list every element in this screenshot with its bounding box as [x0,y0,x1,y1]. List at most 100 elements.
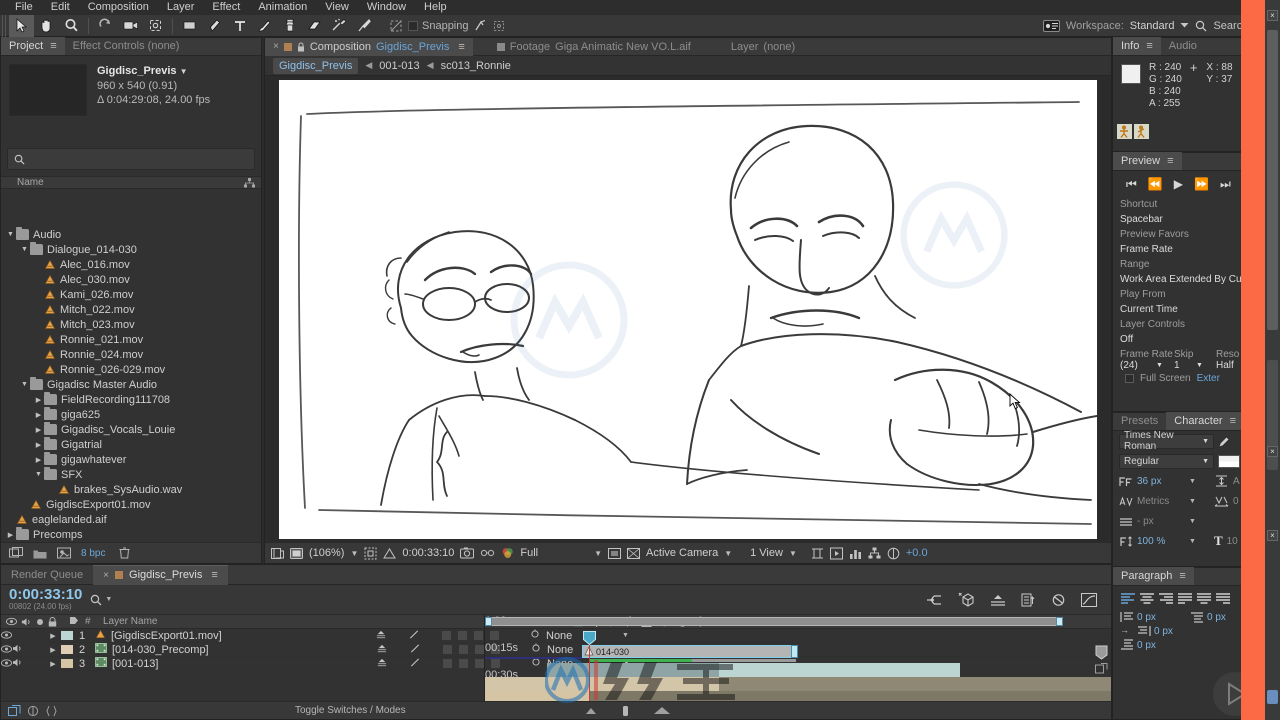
twirl-closed-icon[interactable]: ▶ [33,456,44,464]
breadcrumb-item-2[interactable]: sc013_Ronnie [441,60,511,72]
frame-rate-chevron-down-icon[interactable]: ▼ [1156,362,1174,369]
layer-motionblur-switch[interactable] [458,631,467,640]
twirl-open-icon[interactable]: ▼ [19,246,30,253]
views-value[interactable]: 1 View [750,547,783,559]
project-tree-item[interactable]: Ronnie_024.mov [1,347,261,362]
project-tree-item[interactable]: Alec_030.mov [1,272,261,287]
snapping-checkbox[interactable] [408,20,418,31]
tab-paragraph[interactable]: Paragraph ≡ [1113,567,1194,585]
justify-last-center-icon[interactable] [1196,592,1212,605]
motion-blur-icon[interactable] [1051,593,1066,607]
pan-behind-tool[interactable] [143,15,168,37]
tab-audio[interactable]: Audio [1161,37,1205,55]
tab-footage[interactable]: Footage Giga Animatic New VO.L.aif [489,38,699,56]
info-panel-menu-icon[interactable]: ≡ [1146,40,1152,52]
scrollbar-thumb-tertiary[interactable] [1267,690,1278,704]
eraser-tool[interactable] [302,15,327,37]
layer-quality-switch[interactable] [409,629,419,642]
twirl-closed-icon[interactable]: ▶ [33,411,44,419]
twirl-open-icon[interactable]: ▼ [5,231,16,238]
unified-camera-tool[interactable] [118,15,143,37]
project-tree-item[interactable]: ▶ giga625 [1,407,261,422]
mask-interpolation-icon[interactable] [389,19,404,33]
paragraph-panel-menu-icon[interactable]: ≡ [1179,570,1185,582]
layer-quality-switch[interactable] [410,657,420,670]
horizontal-scale-value[interactable]: 10 [1227,536,1238,547]
last-frame-button[interactable]: ⏭ [1220,178,1231,190]
next-frame-button[interactable]: ⏩ [1194,178,1209,190]
track-bar-layer-1-head[interactable] [547,663,719,677]
project-tree-item[interactable]: Mitch_023.mov [1,317,261,332]
project-comp-chevron-icon[interactable]: ▼ [180,67,188,76]
preview-value-2[interactable]: Work Area Extended By Cu [1113,272,1261,287]
vertical-scale-chevron-down-icon[interactable]: ▼ [1189,538,1196,545]
graph-editor-icon[interactable] [1081,592,1097,607]
new-composition-icon[interactable] [57,547,71,559]
composition-panel-menu-icon[interactable]: ≡ [458,41,464,53]
menu-item-edit[interactable]: Edit [42,0,79,15]
tab-presets[interactable]: Presets [1113,412,1166,430]
leading-value[interactable]: - px [1137,516,1185,527]
tab-layer[interactable]: Layer (none) [723,38,803,56]
project-tree-item[interactable]: brakes_SysAudio.wav [1,482,261,497]
mask-visibility-icon[interactable] [383,547,397,560]
exposure-value[interactable]: +0.0 [906,547,928,559]
toolbar-grip[interactable] [0,14,9,37]
fast-previews-icon[interactable] [829,547,843,560]
project-tree-item[interactable]: eaglelanded.aif [1,512,261,527]
indent-right-field[interactable]: 0 px [1137,625,1199,637]
rectangle-shape-tool[interactable] [177,15,202,37]
layer-marker-bar[interactable]: 014-030 [582,645,797,658]
frame-rate-value[interactable]: (24) [1120,360,1156,371]
tab-render-queue[interactable]: Render Queue [1,565,93,585]
show-snapshot-icon[interactable] [480,547,495,559]
transparency-grid-icon[interactable] [627,547,641,560]
layer-shy-switch[interactable] [376,630,386,642]
layer-visibility-toggle[interactable] [1,658,12,670]
marker-end-handle[interactable] [791,645,798,658]
main-viewer-icon[interactable] [290,547,303,560]
brush-tool[interactable] [252,15,277,37]
close-panel-button[interactable]: × [1267,530,1278,541]
menu-item-effect[interactable]: Effect [203,0,249,15]
menu-item-window[interactable]: Window [358,0,415,15]
layer-adjustment-switch[interactable] [474,631,483,640]
preview-value-1[interactable]: Frame Rate [1113,242,1261,257]
layer-shy-switch[interactable] [377,644,387,656]
scrollbar-thumb[interactable] [1267,30,1278,330]
character-panel-menu-icon[interactable]: ≡ [1230,415,1236,427]
twirl-open-icon[interactable]: ▼ [19,381,30,388]
space-after-field[interactable]: 0 px [1120,639,1182,651]
preview-panel-menu-icon[interactable]: ≡ [1167,155,1173,167]
tab-timeline-comp[interactable]: × Gigdisc_Previs ≡ [93,564,228,585]
expand-collapse-icon[interactable] [27,705,40,717]
menu-item-file[interactable]: File [6,0,42,15]
workspace-chevron-down-icon[interactable] [1180,22,1189,29]
solo-icon[interactable] [36,618,44,626]
twirl-closed-icon[interactable]: ▶ [5,531,16,539]
timeline-search-input[interactable]: ▼ [90,594,112,606]
tab-composition[interactable]: × Composition Gigdisc_Previs ≡ [265,37,473,56]
clone-stamp-tool[interactable] [277,15,302,37]
toggle-switches-modes-icon[interactable] [8,704,21,717]
tracking-value[interactable]: 0 [1233,496,1239,507]
leading-chevron-down-icon[interactable]: ▼ [1189,518,1196,525]
menu-item-help[interactable]: Help [415,0,456,15]
first-frame-button[interactable]: ⏮ [1126,178,1137,190]
project-tree-item[interactable]: ▶ Gigadisc_Vocals_Louie [1,422,261,437]
twirl-closed-icon[interactable]: ▶ [33,426,44,434]
skip-chevron-down-icon[interactable]: ▼ [1196,362,1216,369]
external-monitor-label[interactable]: Exter [1197,373,1220,384]
transfer-controls-icon[interactable] [46,705,57,717]
twirl-open-icon[interactable]: ▼ [33,471,44,478]
puppet-pin-tool[interactable] [352,15,377,37]
close-panel-button[interactable]: × [1267,10,1278,21]
kerning-chevron-down-icon[interactable]: ▼ [1189,498,1196,505]
layer-adjustment-switch[interactable] [475,645,484,654]
zoom-out-timeline-icon[interactable] [584,706,598,715]
snapshot-camera-icon[interactable] [460,547,475,559]
layer-twirl-icon[interactable]: ▶ [45,632,61,640]
layer-visibility-toggle[interactable] [1,630,12,642]
timeline-sync-icon[interactable] [849,547,862,560]
preview-value-0[interactable]: Spacebar [1113,212,1261,227]
